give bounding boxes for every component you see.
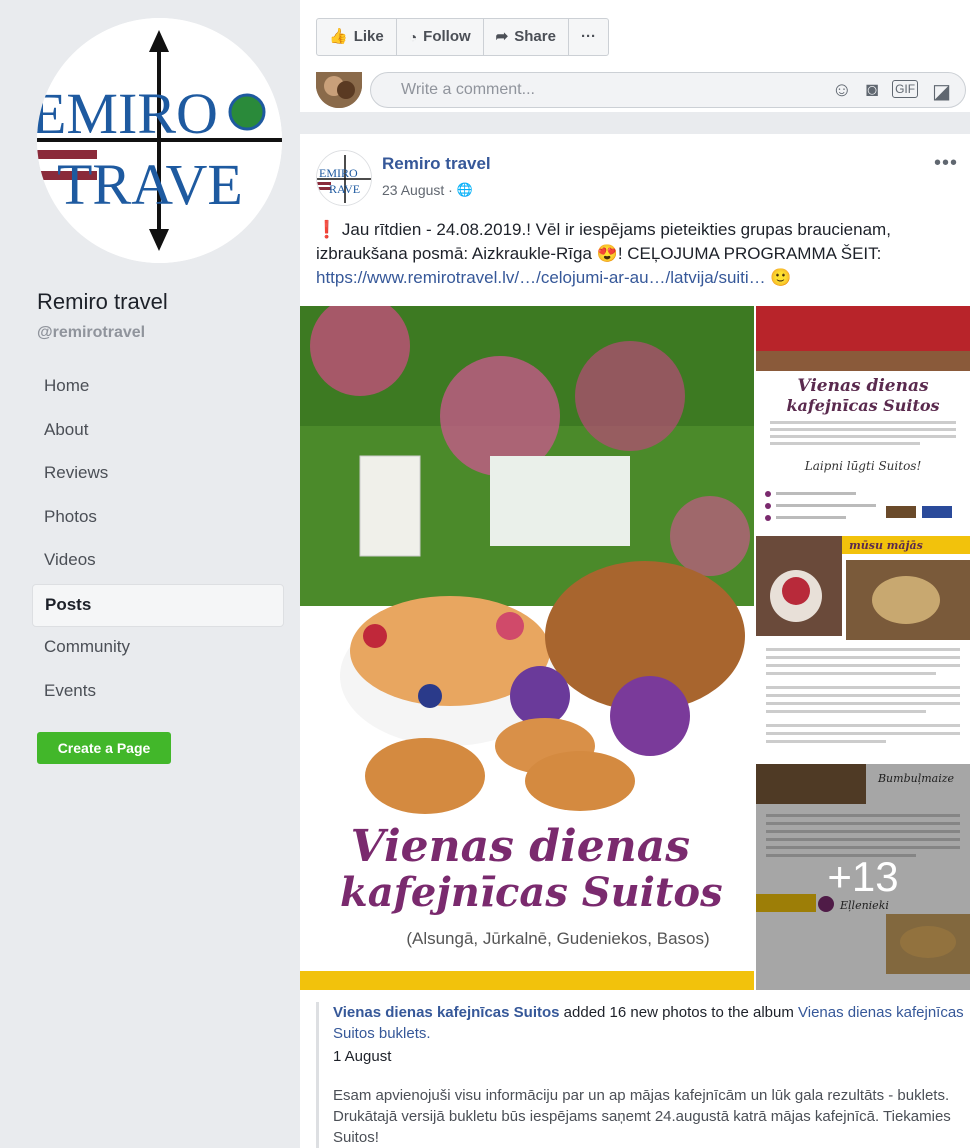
shared-headline: Vienas dienas kafejnīcas Suitos added 16… bbox=[333, 1002, 966, 1044]
thumb2-heading: mūsu mājās bbox=[849, 539, 923, 552]
nav-item-posts[interactable]: Posts bbox=[32, 583, 284, 627]
rss-icon: ◔ bbox=[408, 29, 418, 45]
post-text-mid: ! CEĻOJUMA PROGRAMMA ŠEIT: bbox=[617, 244, 882, 263]
nav-item-photos[interactable]: Photos bbox=[32, 497, 284, 541]
nav-item-videos[interactable]: Videos bbox=[32, 540, 284, 584]
like-label: Like bbox=[353, 28, 384, 45]
shared-date[interactable]: 1 August bbox=[333, 1046, 966, 1067]
post-date[interactable]: 23 August · 🌐 bbox=[382, 182, 473, 198]
post-author-avatar[interactable]: EMIRO RAVE bbox=[316, 150, 372, 206]
logo-graphic: EMIRO TRAVE bbox=[37, 18, 282, 263]
thumb1-greeting: Laipni lūgti Suitos! bbox=[804, 459, 922, 473]
main-photo[interactable]: Vienas dienas kafejnīcas Suitos (Alsungā… bbox=[300, 306, 754, 990]
comment-row: Write a comment... ☺ ◙ GIF ◪ bbox=[316, 72, 966, 108]
smile-icon: 🙂 bbox=[770, 268, 792, 287]
follow-label: Follow bbox=[423, 28, 471, 45]
post-text: ❗ Jau rītdien - 24.08.2019.! Vēl ir iesp… bbox=[316, 218, 966, 290]
share-button[interactable]: ➦ Share bbox=[484, 19, 569, 55]
photo-thumb-1[interactable]: Vienas dienas kafejnīcas Suitos Laipni l… bbox=[756, 306, 970, 534]
post-author-name[interactable]: Remiro travel bbox=[382, 154, 491, 174]
share-arrow-icon: ➦ bbox=[495, 28, 509, 45]
page-logo[interactable]: EMIRO TRAVE bbox=[37, 18, 282, 263]
emoji-icon[interactable]: ☺ bbox=[832, 79, 852, 104]
thumb1-title-line2: kafejnīcas Suitos bbox=[786, 396, 939, 415]
post-link[interactable]: https://www.remirotravel.lv/…/celojumi-a… bbox=[316, 268, 766, 287]
page-handle: @remirotravel bbox=[37, 324, 146, 341]
share-label: Share bbox=[514, 28, 556, 45]
like-button[interactable]: 👍 Like bbox=[317, 19, 397, 55]
photo-thumb-3[interactable]: Bumbuļmaize Eļlenieki +13 bbox=[756, 764, 970, 990]
svg-text:EMIRO: EMIRO bbox=[319, 166, 358, 180]
thumbs-up-icon: 👍 bbox=[329, 28, 348, 45]
page-name[interactable]: Remiro travel bbox=[37, 289, 168, 315]
previous-post-footer: 👍 Like ◔ Follow ➦ Share ··· Write a comm… bbox=[300, 0, 970, 112]
thumb1-title-line1: Vienas dienas bbox=[797, 376, 929, 396]
photo-grid: Vienas dienas kafejnīcas Suitos (Alsungā… bbox=[300, 306, 970, 990]
nav-item-about[interactable]: About bbox=[32, 410, 284, 454]
page-action-bar: 👍 Like ◔ Follow ➦ Share ··· bbox=[316, 18, 609, 56]
page-sidebar: EMIRO TRAVE Remiro travel @remirotravel … bbox=[0, 0, 290, 1148]
thumb1-image: Vienas dienas kafejnīcas Suitos Laipni l… bbox=[756, 306, 970, 534]
globe-icon: 🌐 bbox=[456, 182, 474, 197]
author-logo-icon: EMIRO RAVE bbox=[317, 151, 371, 205]
main-photo-title-line2: kafejnīcas Suitos bbox=[340, 869, 723, 916]
camera-icon[interactable]: ◙ bbox=[866, 79, 878, 104]
nav-item-home[interactable]: Home bbox=[32, 366, 284, 410]
comment-placeholder: Write a comment... bbox=[401, 81, 535, 98]
shared-verb: added 16 new photos to the album bbox=[559, 1004, 799, 1021]
post-date-text: 23 August · bbox=[382, 182, 453, 198]
main-photo-image: Vienas dienas kafejnīcas Suitos (Alsungā… bbox=[300, 306, 754, 990]
logo-text-top: EMIRO bbox=[37, 81, 218, 146]
svg-text:RAVE: RAVE bbox=[329, 182, 360, 196]
shared-body: Esam apvienojuši visu informāciju par un… bbox=[333, 1087, 951, 1146]
more-actions-button[interactable]: ··· bbox=[569, 19, 608, 55]
sticker-icon[interactable]: ◪ bbox=[932, 79, 951, 104]
comment-input[interactable]: Write a comment... ☺ ◙ GIF ◪ bbox=[370, 72, 966, 108]
create-page-button[interactable]: Create a Page bbox=[37, 732, 171, 764]
nav-item-reviews[interactable]: Reviews bbox=[32, 453, 284, 497]
post-options-icon[interactable]: ••• bbox=[934, 152, 958, 175]
logo-text-bottom: TRAVE bbox=[57, 152, 243, 217]
main-photo-caption: (Alsungā, Jūrkalnē, Gudeniekos, Basos) bbox=[406, 929, 709, 948]
comment-tools: ☺ ◙ GIF ◪ bbox=[832, 79, 951, 104]
more-photos-overlay[interactable]: +13 bbox=[756, 764, 970, 990]
page-nav: Home About Reviews Photos Videos Posts C… bbox=[32, 366, 284, 714]
shared-actor-link[interactable]: Vienas dienas kafejnīcas Suitos bbox=[333, 1004, 560, 1021]
thumb2-image: mūsu mājās bbox=[756, 536, 970, 762]
gif-icon[interactable]: GIF bbox=[892, 80, 919, 98]
shared-album: Vienas dienas kafejnīcas Suitos added 16… bbox=[316, 1002, 966, 1148]
exclamation-icon: ❗ bbox=[316, 220, 338, 239]
commenter-avatar bbox=[316, 72, 362, 108]
photo-thumb-2[interactable]: mūsu mājās bbox=[756, 536, 970, 762]
post-card: EMIRO RAVE Remiro travel 23 August · 🌐 •… bbox=[300, 134, 970, 1148]
nav-item-events[interactable]: Events bbox=[32, 671, 284, 715]
follow-button[interactable]: ◔ Follow bbox=[397, 19, 484, 55]
main-photo-title-line1: Vienas dienas bbox=[351, 821, 690, 872]
nav-item-community[interactable]: Community bbox=[32, 627, 284, 671]
commenter-avatar-image bbox=[316, 72, 362, 108]
heart-eyes-icon: 😍 bbox=[596, 244, 618, 263]
